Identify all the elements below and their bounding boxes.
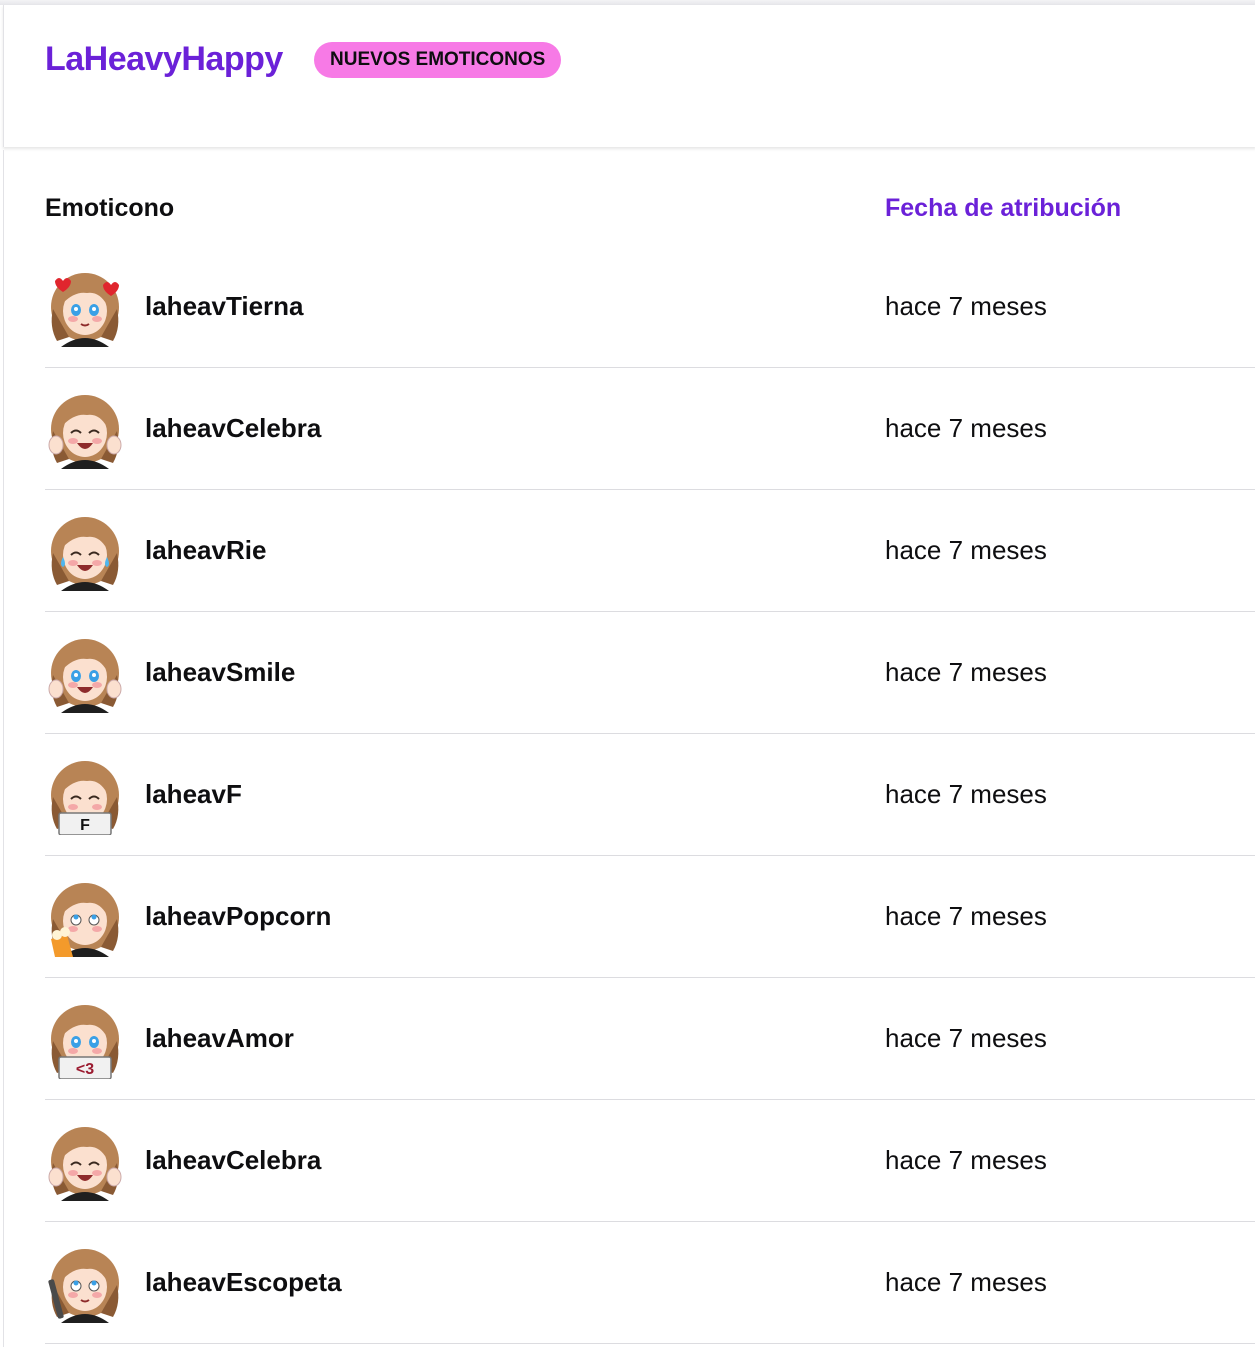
emote-date: hace 7 meses <box>885 413 1047 443</box>
emote-name: laheavF <box>145 779 242 809</box>
emote-name: laheavTierna <box>145 291 304 321</box>
emote-row: laheavPopcorn hace 7 meses <box>45 856 1255 978</box>
new-emotes-badge: NUEVOS EMOTICONOS <box>314 42 562 78</box>
emote-row: laheavTierna hace 7 meses <box>45 246 1255 368</box>
emote-row: FlaheavF hace 7 meses <box>45 734 1255 856</box>
column-header-date-sort[interactable]: Fecha de atribución <box>885 190 1121 226</box>
emotes-table: Emoticono Fecha de atribución laheavTier… <box>3 150 1255 1347</box>
emote-name: laheavAmor <box>145 1023 294 1053</box>
page: LaHeavyHappy NUEVOS EMOTICONOS Emoticono… <box>0 0 1255 1347</box>
emotes-list: laheavTierna hace 7 meses laheavCelebra hac… <box>45 246 1255 1344</box>
emote-row: laheavEscopeta hace 7 meses <box>45 1222 1255 1344</box>
emote-date: hace 7 meses <box>885 779 1047 809</box>
emote-row: laheavCelebra hace 7 meses <box>45 1100 1255 1222</box>
popcorn-emote-icon[interactable] <box>45 877 125 957</box>
column-header-emote: Emoticono <box>45 194 175 222</box>
emote-name: laheavCelebra <box>145 1145 322 1175</box>
emote-date: hace 7 meses <box>885 1023 1047 1053</box>
emote-date: hace 7 meses <box>885 535 1047 565</box>
emote-name: laheavSmile <box>145 657 296 687</box>
emote-name: laheavPopcorn <box>145 901 332 931</box>
escopeta-emote-icon[interactable] <box>45 1243 125 1323</box>
emote-name: laheavEscopeta <box>145 1267 342 1297</box>
emote-row: laheavRie hace 7 meses <box>45 490 1255 612</box>
celebra-emote-icon[interactable] <box>45 389 125 469</box>
header: LaHeavyHappy NUEVOS EMOTICONOS <box>3 5 1255 147</box>
channel-name-link[interactable]: LaHeavyHappy <box>45 37 283 81</box>
celebra-emote-icon[interactable] <box>45 1121 125 1201</box>
f-emote-icon[interactable]: F <box>45 755 125 835</box>
rie-emote-icon[interactable] <box>45 511 125 591</box>
emote-name: laheavRie <box>145 535 267 565</box>
emote-date: hace 7 meses <box>885 291 1047 321</box>
emote-row: <3 laheavAmor hace 7 meses <box>45 978 1255 1100</box>
emote-row: laheavSmile hace 7 meses <box>45 612 1255 734</box>
smile-emote-icon[interactable] <box>45 633 125 713</box>
emote-date: hace 7 meses <box>885 1267 1047 1297</box>
emote-sign-text: F <box>80 817 90 834</box>
emote-date: hace 7 meses <box>885 901 1047 931</box>
emote-name: laheavCelebra <box>145 413 322 443</box>
emote-date: hace 7 meses <box>885 657 1047 687</box>
emote-row: laheavCelebra hace 7 meses <box>45 368 1255 490</box>
emote-sign-text: <3 <box>76 1061 94 1078</box>
amor-emote-icon[interactable]: <3 <box>45 999 125 1079</box>
emote-date: hace 7 meses <box>885 1145 1047 1175</box>
tierna-emote-icon[interactable] <box>45 267 125 347</box>
